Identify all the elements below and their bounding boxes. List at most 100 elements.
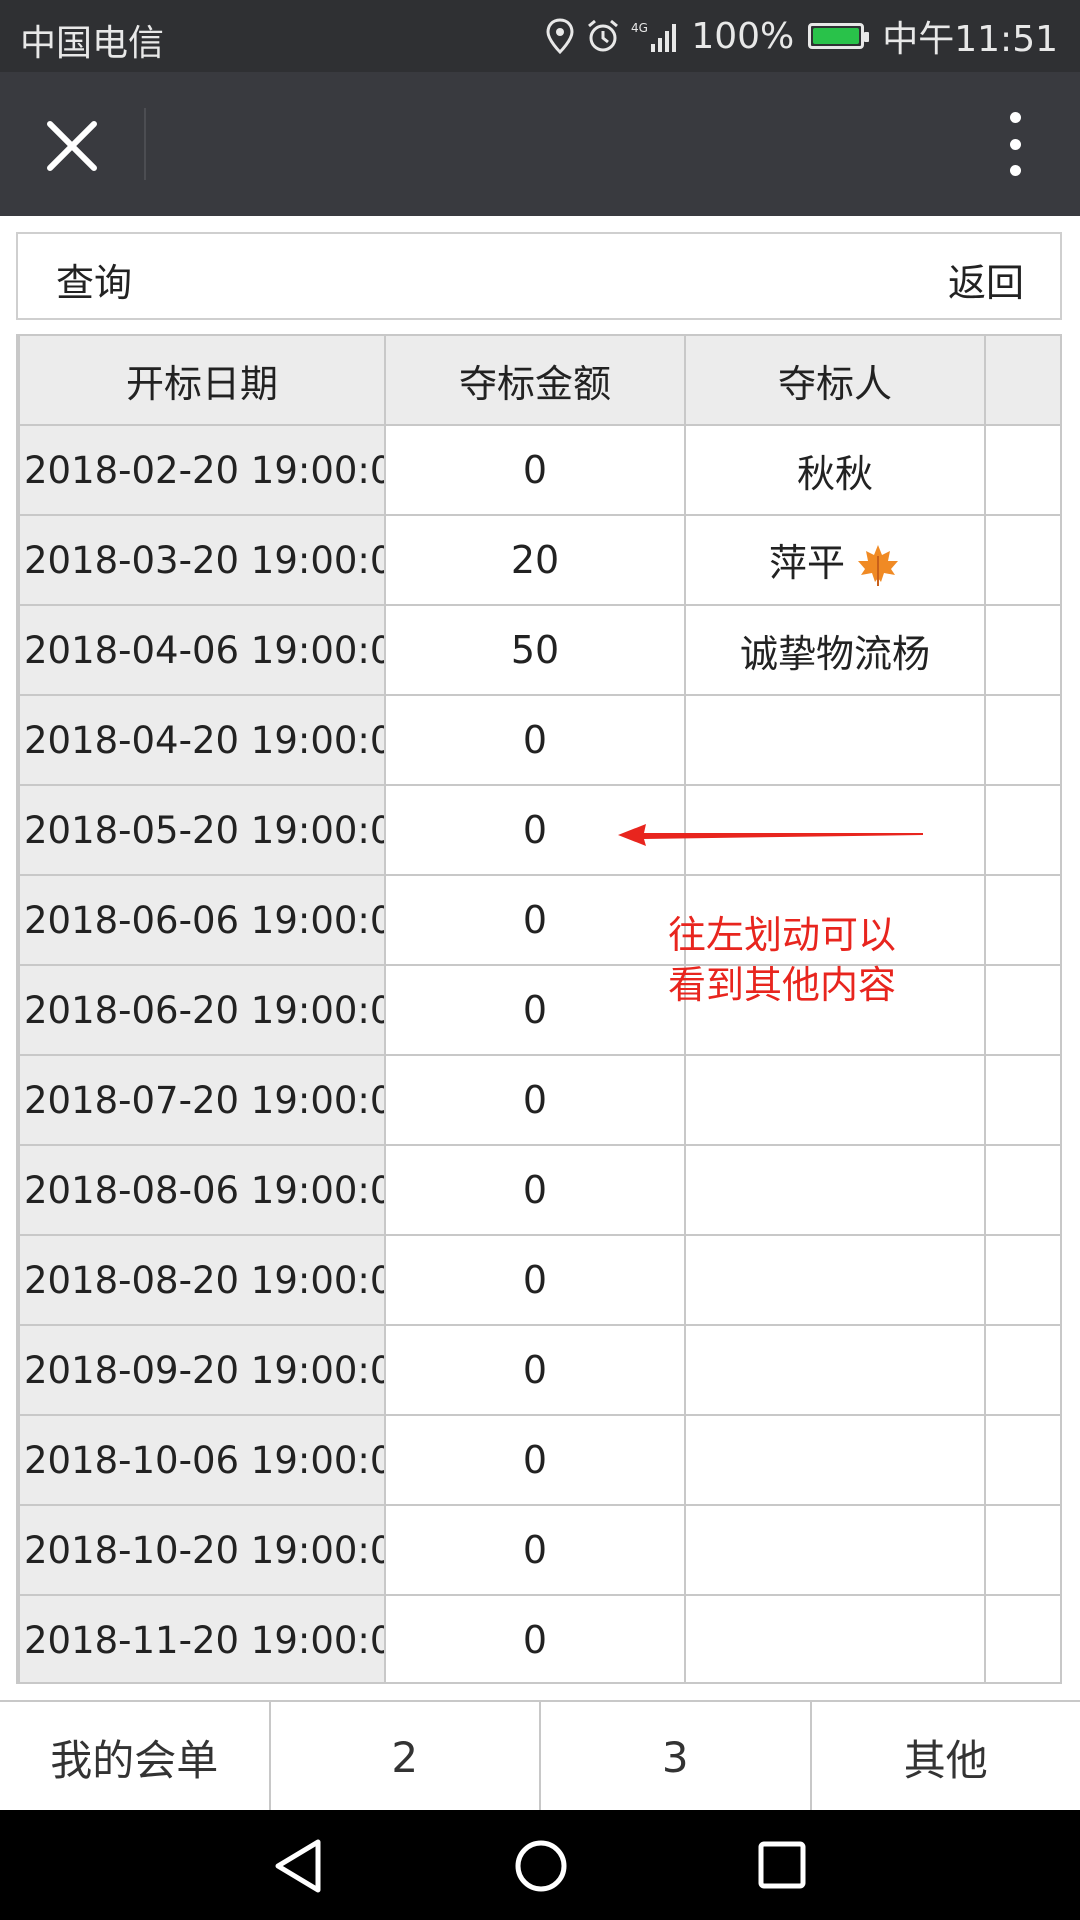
status-bar: 中国电信 4G 100% 中午11:51 — [0, 0, 1080, 72]
recent-apps-icon[interactable] — [756, 1838, 808, 1894]
cell-amount: 0 — [384, 694, 686, 786]
table-row: 2018-06-20 19:00:00 0 — [18, 964, 1060, 1056]
cell-hidden — [984, 1144, 1060, 1236]
cell-hidden — [984, 694, 1060, 786]
cell-hidden — [984, 1594, 1060, 1682]
battery-icon — [808, 23, 870, 49]
cell-hidden — [984, 514, 1060, 606]
cell-amount: 0 — [384, 1414, 686, 1506]
cell-winner: 秋秋 — [684, 424, 986, 516]
header-amount: 夺标金额 — [384, 334, 686, 426]
cell-date: 2018-05-20 19:00:00 — [18, 784, 386, 876]
cell-winner — [684, 1054, 986, 1146]
cell-winner — [684, 1234, 986, 1326]
table-row: 2018-04-20 19:00:00 0 — [18, 694, 1060, 786]
cell-hidden — [984, 1504, 1060, 1596]
cell-amount: 0 — [384, 1594, 686, 1682]
table-row: 2018-07-20 19:00:00 0 — [18, 1054, 1060, 1146]
header-winner: 夺标人 — [684, 334, 986, 426]
cell-amount: 20 — [384, 514, 686, 606]
alarm-icon — [588, 19, 619, 52]
cell-hidden — [984, 1414, 1060, 1506]
title-bar — [0, 72, 1080, 216]
table-row: 2018-09-20 19:00:00 0 — [18, 1324, 1060, 1416]
cell-amount: 0 — [384, 424, 686, 516]
cell-winner: 诚挚物流杨 — [684, 604, 986, 696]
query-bar: 查询 返回 — [16, 232, 1062, 320]
cell-date: 2018-04-20 19:00:00 — [18, 694, 386, 786]
tab-2[interactable]: 2 — [271, 1702, 541, 1812]
cell-date: 2018-06-20 19:00:00 — [18, 964, 386, 1056]
cell-winner — [684, 1324, 986, 1416]
header-hidden — [984, 334, 1060, 426]
clock: 中午11:51 — [882, 19, 1058, 60]
tab-3[interactable]: 3 — [541, 1702, 812, 1812]
cell-hidden — [984, 1234, 1060, 1326]
bid-table: 开标日期 夺标金额 夺标人 2018-02-20 19:00:00 0 秋秋 2018… — [18, 334, 1060, 1682]
back-button[interactable]: 返回 — [948, 252, 1024, 307]
cell-hidden — [984, 874, 1060, 966]
cell-amount: 0 — [384, 1504, 686, 1596]
cell-amount: 0 — [384, 874, 686, 966]
cell-date: 2018-10-20 19:00:00 — [18, 1504, 386, 1596]
cell-amount: 50 — [384, 604, 686, 696]
cell-amount: 0 — [384, 1144, 686, 1236]
cell-date: 2018-07-20 19:00:00 — [18, 1054, 386, 1146]
signal-icon: 4G — [631, 21, 677, 52]
table-row: 2018-04-06 19:00:00 50 诚挚物流杨 — [18, 604, 1060, 696]
close-icon — [47, 121, 97, 171]
cell-hidden — [984, 604, 1060, 696]
cell-amount: 0 — [384, 1054, 686, 1146]
system-nav-bar — [0, 1810, 1080, 1920]
table-row: 2018-08-06 19:00:00 0 — [18, 1144, 1060, 1236]
table-row: 2018-10-06 19:00:00 0 — [18, 1414, 1060, 1506]
table-row: 2018-10-20 19:00:00 0 — [18, 1504, 1060, 1596]
table-header-row: 开标日期 夺标金额 夺标人 — [18, 334, 1060, 426]
swipe-left-arrow — [618, 824, 923, 846]
cell-date: 2018-09-20 19:00:00 — [18, 1324, 386, 1416]
cell-hidden — [984, 1054, 1060, 1146]
cell-amount: 0 — [384, 964, 686, 1056]
cell-date: 2018-03-20 19:00:00 — [18, 514, 386, 606]
tab-other[interactable]: 其他 — [812, 1702, 1080, 1812]
cell-date: 2018-08-20 19:00:00 — [18, 1234, 386, 1326]
home-icon[interactable] — [513, 1836, 569, 1896]
location-icon — [546, 18, 574, 54]
cell-amount: 0 — [384, 1324, 686, 1416]
cell-date: 2018-06-06 19:00:00 — [18, 874, 386, 966]
cell-winner — [684, 1594, 986, 1682]
cell-winner: 萍平 — [684, 514, 986, 606]
cell-date: 2018-08-06 19:00:00 — [18, 1144, 386, 1236]
header-date: 开标日期 — [18, 334, 386, 426]
table-row: 2018-06-06 19:00:00 0 — [18, 874, 1060, 966]
swipe-hint-line1: 往左划动可以 — [668, 913, 897, 957]
swipe-hint: 往左划动可以 看到其他内容 — [668, 910, 896, 1010]
cell-winner — [684, 1414, 986, 1506]
cell-hidden — [984, 964, 1060, 1056]
cell-winner — [684, 1504, 986, 1596]
battery-percent: 100% — [691, 15, 795, 57]
bottom-nav: 我的会单 2 3 其他 — [0, 1700, 1080, 1812]
table-row: 2018-11-20 19:00:00 0 — [18, 1594, 1060, 1682]
cell-hidden — [984, 784, 1060, 876]
swipe-hint-line2: 看到其他内容 — [668, 963, 897, 1007]
title-divider — [144, 108, 146, 180]
table-row: 2018-02-20 19:00:00 0 秋秋 — [18, 424, 1060, 516]
more-menu-button[interactable] — [990, 112, 1040, 176]
cell-hidden — [984, 1324, 1060, 1416]
cell-winner — [684, 1144, 986, 1236]
query-button[interactable]: 查询 — [56, 252, 132, 307]
tab-my-orders[interactable]: 我的会单 — [0, 1702, 271, 1812]
close-button[interactable] — [40, 114, 104, 178]
status-icons: 4G 100% 中午11:51 — [545, 12, 1058, 60]
carrier-name: 中国电信 — [20, 23, 165, 64]
cell-amount: 0 — [384, 1234, 686, 1326]
table-row: 2018-08-20 19:00:00 0 — [18, 1234, 1060, 1326]
more-vertical-icon — [1009, 112, 1021, 123]
cell-date: 2018-02-20 19:00:00 — [18, 424, 386, 516]
cell-date: 2018-11-20 19:00:00 — [18, 1594, 386, 1682]
back-icon[interactable] — [270, 1836, 326, 1896]
bid-table-scroll[interactable]: 开标日期 夺标金额 夺标人 2018-02-20 19:00:00 0 秋秋 2018… — [16, 334, 1062, 1684]
cell-date: 2018-10-06 19:00:00 — [18, 1414, 386, 1506]
cell-hidden — [984, 424, 1060, 516]
